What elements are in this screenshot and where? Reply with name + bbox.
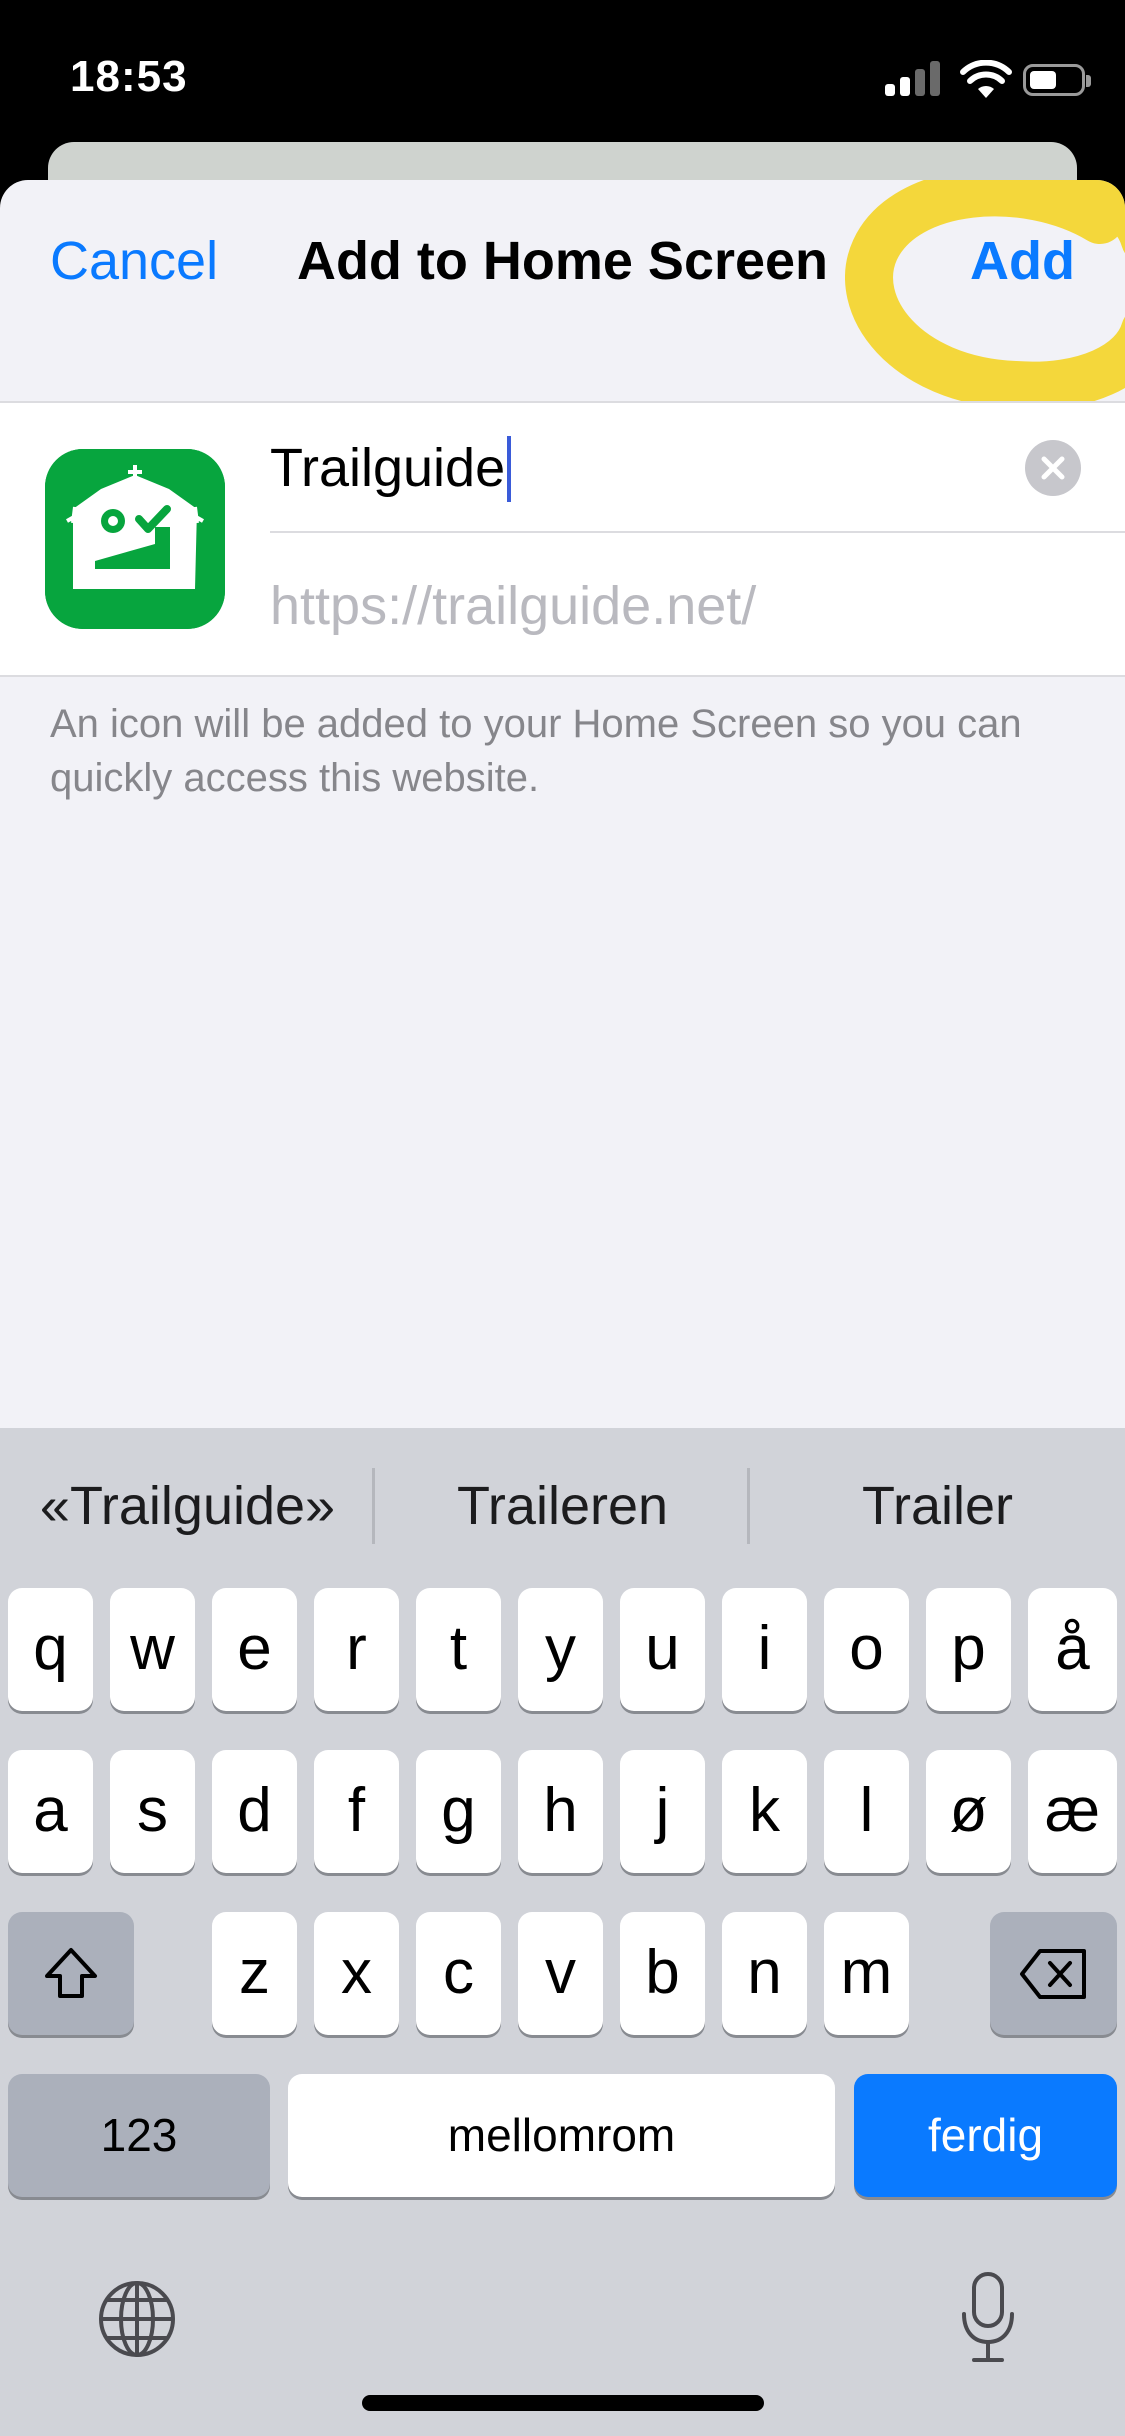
key-b[interactable]: b: [620, 1912, 705, 2035]
key-aa[interactable]: å: [1028, 1588, 1117, 1711]
space-key[interactable]: mellomrom: [288, 2074, 835, 2197]
key-d[interactable]: d: [212, 1750, 297, 1873]
suggestion-item[interactable]: Traileren: [375, 1466, 750, 1546]
key-f[interactable]: f: [314, 1750, 399, 1873]
key-m[interactable]: m: [824, 1912, 909, 2035]
name-input[interactable]: Trailguide: [270, 403, 1010, 533]
info-caption: An icon will be added to your Home Scree…: [50, 702, 1022, 800]
globe-icon[interactable]: [96, 2278, 178, 2360]
key-oe[interactable]: ø: [926, 1750, 1011, 1873]
clear-x-icon: [1041, 456, 1065, 480]
key-e[interactable]: e: [212, 1588, 297, 1711]
name-input-text: Trailguide: [270, 438, 506, 498]
battery-icon: [1023, 64, 1091, 96]
home-indicator[interactable]: [362, 2395, 764, 2411]
add-button[interactable]: Add: [970, 230, 1075, 292]
key-ae[interactable]: æ: [1028, 1750, 1117, 1873]
key-t[interactable]: t: [416, 1588, 501, 1711]
highlight-circle-annotation: [845, 180, 1125, 410]
key-s[interactable]: s: [110, 1750, 195, 1873]
microphone-icon[interactable]: [958, 2270, 1018, 2366]
key-p[interactable]: p: [926, 1588, 1011, 1711]
key-n[interactable]: n: [722, 1912, 807, 2035]
key-r[interactable]: r: [314, 1588, 399, 1711]
key-c[interactable]: c: [416, 1912, 501, 2035]
sheet-title: Add to Home Screen: [296, 231, 829, 291]
suggestion-item[interactable]: Trailer: [750, 1466, 1125, 1546]
key-i[interactable]: i: [722, 1588, 807, 1711]
nav-bar: Cancel Add to Home Screen Add: [0, 180, 1125, 410]
text-caret: [507, 435, 512, 502]
key-q[interactable]: q: [8, 1588, 93, 1711]
key-k[interactable]: k: [722, 1750, 807, 1873]
trailguide-app-icon: [45, 449, 225, 629]
done-key[interactable]: ferdig: [854, 2074, 1117, 2197]
key-a[interactable]: a: [8, 1750, 93, 1873]
cellular-signal-icon: [885, 60, 941, 98]
status-bar: 18:53: [0, 0, 1125, 150]
backspace-key[interactable]: [990, 1912, 1117, 2035]
key-w[interactable]: w: [110, 1588, 195, 1711]
bookmark-form: Trailguide https://trailguide.net/: [0, 401, 1125, 677]
key-x[interactable]: x: [314, 1912, 399, 2035]
key-v[interactable]: v: [518, 1912, 603, 2035]
status-time: 18:53: [70, 52, 188, 101]
key-u[interactable]: u: [620, 1588, 705, 1711]
key-y[interactable]: y: [518, 1588, 603, 1711]
shift-icon: [45, 1948, 97, 1998]
backspace-icon: [1020, 1949, 1086, 1999]
url-field: https://trailguide.net/: [270, 576, 757, 636]
key-l[interactable]: l: [824, 1750, 909, 1873]
key-j[interactable]: j: [620, 1750, 705, 1873]
suggestion-bar: «Trailguide» Traileren Trailer: [0, 1428, 1125, 1578]
key-o[interactable]: o: [824, 1588, 909, 1711]
suggestion-item[interactable]: «Trailguide»: [0, 1466, 375, 1546]
wifi-icon: [960, 60, 1012, 98]
name-field[interactable]: Trailguide: [270, 403, 1125, 533]
key-h[interactable]: h: [518, 1750, 603, 1873]
clear-text-button[interactable]: [1025, 440, 1081, 496]
keyboard: «Trailguide» Traileren Trailer q w e r t…: [0, 1428, 1125, 2436]
key-g[interactable]: g: [416, 1750, 501, 1873]
shift-key[interactable]: [8, 1912, 134, 2035]
numbers-key[interactable]: 123: [8, 2074, 270, 2197]
key-z[interactable]: z: [212, 1912, 297, 2035]
